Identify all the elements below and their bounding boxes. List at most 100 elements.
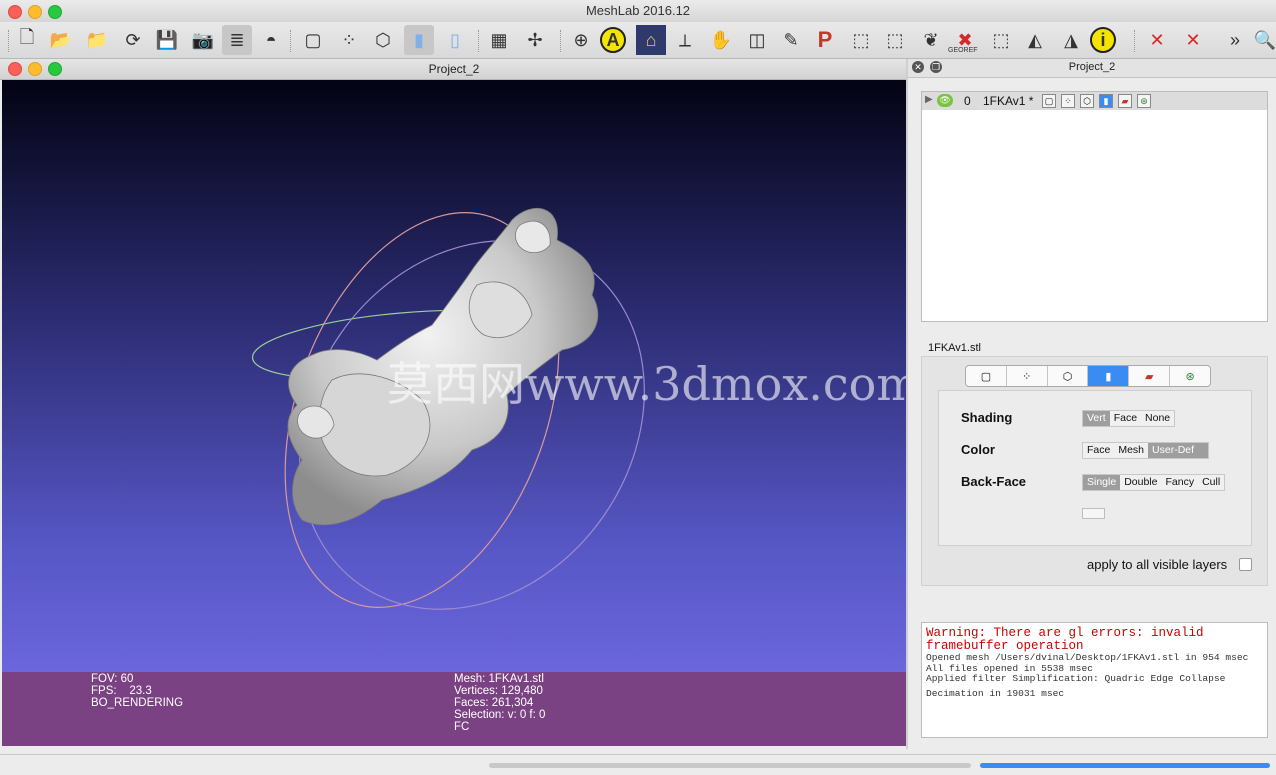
search-icon[interactable]: 🔍 xyxy=(1250,25,1276,55)
shading-none-button[interactable]: None xyxy=(1141,411,1174,426)
horizontal-scrollbar[interactable] xyxy=(489,763,971,768)
grid-icon[interactable]: ▦ xyxy=(484,25,514,55)
info-icon[interactable]: i xyxy=(1090,27,1116,53)
hand-icon[interactable]: ✋ xyxy=(706,25,736,55)
mesh-info: Mesh: 1FKAv1.stl Vertices: 129,480 Faces… xyxy=(454,673,545,733)
status-bar xyxy=(0,754,1276,775)
pp-icon[interactable]: P xyxy=(810,25,840,55)
render-properties-panel: ▢ ⁘ ⬡ ▮ ▰ ⊛ Shading Vert Face None Color… xyxy=(921,356,1268,586)
backface-cull-button[interactable]: Cull xyxy=(1198,475,1224,490)
new-project-icon[interactable]: 🗋 xyxy=(12,25,42,55)
backface-double-button[interactable]: Double xyxy=(1120,475,1161,490)
layer-points-icon[interactable]: ⁘ xyxy=(1061,94,1075,108)
bbox-icon[interactable]: ▢ xyxy=(298,25,328,55)
log-panel: Warning: There are gl errors: invalid fr… xyxy=(921,622,1268,738)
color-label: Color xyxy=(961,442,995,457)
app-titlebar: MeshLab 2016.12 xyxy=(0,0,1276,23)
open-project-icon[interactable]: 📂 xyxy=(46,25,76,55)
shading-toggle: Vert Face None xyxy=(1082,410,1176,427)
rect-select-icon[interactable]: ⬚ xyxy=(986,25,1016,55)
faces-text: Faces: 261,304 xyxy=(454,697,534,709)
expand-arrow-icon[interactable]: ▶ xyxy=(925,94,933,105)
gl-warning-text: Warning: There are gl errors: invalid fr… xyxy=(926,626,1204,653)
tab-points[interactable]: ⁘ xyxy=(1007,366,1048,386)
toolbar-separator xyxy=(290,30,292,52)
axes-icon[interactable]: ✢ xyxy=(520,25,550,55)
museum-icon[interactable]: ⌂ xyxy=(636,25,666,55)
annotate-icon[interactable]: A xyxy=(600,27,626,53)
tab-wire[interactable]: ⬡ xyxy=(1048,366,1089,386)
mesh-render: 莫西网www.3dmox.com xyxy=(251,207,906,610)
paint-icon[interactable]: ✎ xyxy=(776,25,806,55)
fc-text: FC xyxy=(454,721,470,733)
backface-label: Back-Face xyxy=(961,474,1027,489)
selection-text: Selection: v: 0 f: 0 xyxy=(454,709,546,721)
backface-fancy-button[interactable]: Fancy xyxy=(1161,475,1198,490)
color-toggle: Face Mesh User-Def xyxy=(1082,442,1210,459)
app-title: MeshLab 2016.12 xyxy=(585,3,691,18)
log-message: Decimation in 19031 msec xyxy=(926,687,1065,699)
tab-bbox[interactable]: ▢ xyxy=(966,366,1007,386)
wireframe-icon[interactable]: ⬡ xyxy=(368,25,398,55)
layer-row[interactable]: ▶ 👁 0 1FKAv1 * ▢ ⁘ ⬡ ▮ ▰ ⊛ xyxy=(922,92,1267,110)
flat-icon[interactable]: ▯ xyxy=(440,25,470,55)
apply-all-layers-label: apply to all visible layers xyxy=(1087,557,1228,572)
render-info: FOV: 60 FPS: 23.3 BO_RENDERING xyxy=(91,673,183,709)
log-message: Opened mesh /Users/dvinal/Desktop/1FKAv1… xyxy=(926,652,1249,663)
select-vertices-icon[interactable]: ⬚ xyxy=(880,25,910,55)
trackball-icon[interactable]: ⊕ xyxy=(566,25,596,55)
layer-texture-icon[interactable]: ▰ xyxy=(1118,94,1132,108)
toolbar-separator xyxy=(478,30,480,52)
open-mesh-icon[interactable]: 📁 xyxy=(82,25,112,55)
toolbar-separator xyxy=(560,30,562,52)
watermark-text: 莫西网www.3dmox.com xyxy=(387,357,906,411)
apply-all-layers-checkbox[interactable] xyxy=(1239,558,1252,571)
tab-solid[interactable]: ▮ xyxy=(1088,366,1130,386)
reload-icon[interactable]: ⟳ xyxy=(118,25,148,55)
splitter[interactable] xyxy=(906,59,908,749)
layers-icon[interactable]: ≣ xyxy=(222,25,252,55)
visibility-eye-icon[interactable]: 👁 xyxy=(937,94,953,107)
color-mesh-button[interactable]: Mesh xyxy=(1114,443,1148,458)
dock-title: Project_2 xyxy=(1068,61,1116,73)
mesh-file-label: 1FKAv1.stl xyxy=(928,342,981,354)
solid-options-box: Shading Vert Face None Color Face Mesh U… xyxy=(938,390,1252,546)
shading-face-button[interactable]: Face xyxy=(1110,411,1141,426)
color-userdef-button[interactable]: User-Def xyxy=(1148,443,1209,458)
delete-faces-icon[interactable]: ✕ xyxy=(1142,25,1172,55)
smooth-icon[interactable]: ▮ xyxy=(404,25,434,55)
3d-viewport[interactable]: 莫西网www.3dmox.com xyxy=(2,80,906,672)
layer-wire-icon[interactable]: ⬡ xyxy=(1080,94,1094,108)
select-conn-icon[interactable]: ◭ xyxy=(1020,25,1050,55)
fov-text: FOV: 60 xyxy=(91,673,134,685)
snapshot-icon[interactable]: 📷 xyxy=(188,25,218,55)
layer-bbox-icon[interactable]: ▢ xyxy=(1042,94,1056,108)
tab-texture[interactable]: ▰ xyxy=(1129,366,1171,386)
select-faces-icon[interactable]: ⬚ xyxy=(846,25,876,55)
save-icon[interactable]: 💾 xyxy=(152,25,182,55)
more-icon[interactable]: » xyxy=(1220,25,1250,55)
delete-vertices-icon[interactable]: ✕ xyxy=(1178,25,1208,55)
color-face-button[interactable]: Face xyxy=(1083,443,1114,458)
layer-dots-icon[interactable]: ⊛ xyxy=(1137,94,1151,108)
fps-text: FPS: 23.3 xyxy=(91,685,152,697)
layer-list: ▶ 👁 0 1FKAv1 * ▢ ⁘ ⬡ ▮ ▰ ⊛ xyxy=(921,91,1268,322)
log-message: Applied filter Simplification: Quadric E… xyxy=(926,673,1226,684)
backface-single-button[interactable]: Single xyxy=(1083,475,1121,490)
toolbar-separator xyxy=(8,30,10,52)
layer-solid-icon[interactable]: ▮ xyxy=(1099,94,1113,108)
select-z-icon[interactable]: ◮ xyxy=(1056,25,1086,55)
shading-label: Shading xyxy=(961,410,1013,425)
raster-icon[interactable]: ◓ xyxy=(256,25,286,55)
bunny-icon[interactable]: ❦ xyxy=(916,25,946,55)
vertices-text: Vertices: 129,480 xyxy=(454,685,543,697)
points-icon[interactable]: ⁘ xyxy=(334,25,364,55)
raster-align-icon[interactable]: ◫ xyxy=(742,25,772,55)
layer-index: 0 xyxy=(964,94,971,108)
shading-vert-button[interactable]: Vert xyxy=(1083,411,1110,426)
toolbar-separator xyxy=(1134,30,1136,52)
render-mode-text: BO_RENDERING xyxy=(91,697,184,709)
tab-dots[interactable]: ⊛ xyxy=(1170,366,1210,386)
user-color-swatch-button[interactable] xyxy=(1082,508,1105,519)
measure-icon[interactable]: ⟂ xyxy=(670,25,700,55)
